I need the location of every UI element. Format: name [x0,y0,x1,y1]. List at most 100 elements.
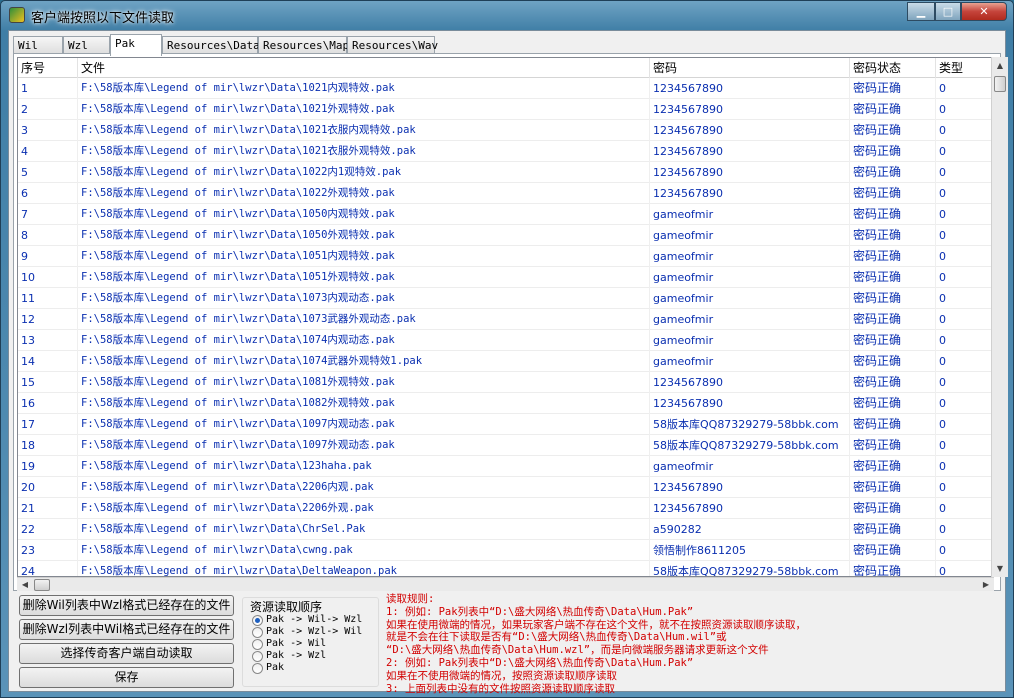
type-cell: 0 [936,309,993,330]
radio-unselected-icon[interactable] [252,651,263,662]
tab-pak[interactable]: Pak [110,34,162,56]
table-row[interactable]: 8 F:\58版本库\Legend of mir\lwzr\Data\1050外观… [18,225,993,246]
table-row[interactable]: 19 F:\58版本库\Legend of mir\lwzr\Data\123ha… [18,456,993,477]
column-header-password-status[interactable]: 密码状态 [850,58,936,78]
table-row[interactable]: 24 F:\58版本库\Legend of mir\lwzr\Data\Delta… [18,561,993,576]
file-cell: F:\58版本库\Legend of mir\lwzr\Data\2206外观.… [78,498,650,519]
table-row[interactable]: 15 F:\58版本库\Legend of mir\lwzr\Data\1081外… [18,372,993,393]
password-status-cell: 密码正确 [850,288,936,309]
table-row[interactable]: 18 F:\58版本库\Legend of mir\lwzr\Data\1097外… [18,435,993,456]
table-row[interactable]: 13 F:\58版本库\Legend of mir\lwzr\Data\1074内… [18,330,993,351]
file-cell: F:\58版本库\Legend of mir\lwzr\Data\1050外观特… [78,225,650,246]
index-cell: 24 [18,561,78,576]
table-row[interactable]: 14 F:\58版本库\Legend of mir\lwzr\Data\1074武… [18,351,993,372]
index-cell: 8 [18,225,78,246]
vertical-scrollbar[interactable]: ▲ ▼ [991,57,1008,577]
table-row[interactable]: 6 F:\58版本库\Legend of mir\lwzr\Data\1022外观… [18,183,993,204]
type-cell: 0 [936,456,993,477]
password-cell: 1234567890 [650,372,850,393]
password-cell: 1234567890 [650,78,850,99]
scroll-right-icon[interactable]: ▶ [978,578,994,592]
file-cell: F:\58版本库\Legend of mir\lwzr\Data\123haha… [78,456,650,477]
table-row[interactable]: 21 F:\58版本库\Legend of mir\lwzr\Data\2206外… [18,498,993,519]
index-cell: 15 [18,372,78,393]
password-status-cell: 密码正确 [850,246,936,267]
password-status-cell: 密码正确 [850,309,936,330]
file-cell: F:\58版本库\Legend of mir\lwzr\Data\1022内1观… [78,162,650,183]
table-row[interactable]: 2 F:\58版本库\Legend of mir\lwzr\Data\1021外观… [18,99,993,120]
radio-unselected-icon[interactable] [252,639,263,650]
table-row[interactable]: 17 F:\58版本库\Legend of mir\lwzr\Data\1097内… [18,414,993,435]
client-area: Wil Wzl Pak Resources\Data Resources\Map… [8,30,1008,695]
read-order-option-label: Pak -> Wzl-> Wil [266,626,363,637]
file-cell: F:\58版本库\Legend of mir\lwzr\Data\2206内观.… [78,477,650,498]
file-cell: F:\58版本库\Legend of mir\lwzr\Data\1021衣服内… [78,120,650,141]
delete-wzl-duplicates-button[interactable]: 删除Wzl列表中Wil格式已经存在的文件 [19,619,234,640]
index-cell: 7 [18,204,78,225]
index-cell: 1 [18,78,78,99]
table-row[interactable]: 4 F:\58版本库\Legend of mir\lwzr\Data\1021衣服… [18,141,993,162]
scroll-down-icon[interactable]: ▼ [992,560,1008,577]
file-cell: F:\58版本库\Legend of mir\lwzr\Data\1097内观动… [78,414,650,435]
read-order-title: 资源读取顺序 [248,598,325,615]
password-cell: 领悟制作8611205 [650,540,850,561]
password-cell: gameofmir [650,267,850,288]
table-row[interactable]: 5 F:\58版本库\Legend of mir\lwzr\Data\1022内1… [18,162,993,183]
index-cell: 22 [18,519,78,540]
type-cell: 0 [936,477,993,498]
radio-unselected-icon[interactable] [252,627,263,638]
title-bar[interactable]: 客户端按照以下文件读取 ▁ □ ✕ [1,1,1013,29]
table-row[interactable]: 22 F:\58版本库\Legend of mir\lwzr\Data\ChrSe… [18,519,993,540]
delete-wil-duplicates-button[interactable]: 删除Wil列表中Wzl格式已经存在的文件 [19,595,234,616]
index-cell: 13 [18,330,78,351]
type-cell: 0 [936,435,993,456]
rule-line: 如果在使用微端的情况，如果玩家客户端不存在这个文件，就不在按照资源读取顺序读取， [386,618,806,631]
password-cell: 1234567890 [650,393,850,414]
radio-selected-icon[interactable] [252,615,263,626]
column-header-file[interactable]: 文件 [78,58,650,78]
password-cell: gameofmir [650,225,850,246]
minimize-button[interactable]: ▁ [907,2,935,21]
save-button[interactable]: 保存 [19,667,234,688]
password-cell: 1234567890 [650,162,850,183]
close-button[interactable]: ✕ [961,2,1007,21]
horizontal-scrollbar[interactable]: ◀ ▶ [17,577,994,591]
file-cell: F:\58版本库\Legend of mir\lwzr\Data\DeltaWe… [78,561,650,576]
choose-client-button[interactable]: 选择传奇客户端自动读取 [19,643,234,664]
file-cell: F:\58版本库\Legend of mir\lwzr\Data\1021外观特… [78,99,650,120]
table-row[interactable]: 1 F:\58版本库\Legend of mir\lwzr\Data\1021内观… [18,78,993,99]
maximize-button[interactable]: □ [935,2,961,21]
scroll-up-icon[interactable]: ▲ [992,57,1008,74]
index-cell: 18 [18,435,78,456]
type-cell: 0 [936,78,993,99]
read-order-option-label: Pak [266,662,285,673]
password-status-cell: 密码正确 [850,183,936,204]
file-cell: F:\58版本库\Legend of mir\lwzr\Data\1074武器外… [78,351,650,372]
table-row[interactable]: 20 F:\58版本库\Legend of mir\lwzr\Data\2206内… [18,477,993,498]
radio-unselected-icon[interactable] [252,663,263,674]
scroll-left-icon[interactable]: ◀ [17,578,33,592]
file-cell: F:\58版本库\Legend of mir\lwzr\Data\1021内观特… [78,78,650,99]
column-header-password[interactable]: 密码 [650,58,850,78]
column-header-index[interactable]: 序号 [18,58,78,78]
file-cell: F:\58版本库\Legend of mir\lwzr\Data\1097外观动… [78,435,650,456]
file-cell: F:\58版本库\Legend of mir\lwzr\Data\1050内观特… [78,204,650,225]
table-row[interactable]: 23 F:\58版本库\Legend of mir\lwzr\Data\cwng.… [18,540,993,561]
horizontal-scroll-thumb[interactable] [34,579,50,591]
file-list[interactable]: 序号 文件 密码 密码状态 类型 1 F:\58版本库\Legend of mir… [17,57,994,577]
password-status-cell: 密码正确 [850,351,936,372]
table-row[interactable]: 16 F:\58版本库\Legend of mir\lwzr\Data\1082外… [18,393,993,414]
table-row[interactable]: 11 F:\58版本库\Legend of mir\lwzr\Data\1073内… [18,288,993,309]
table-row[interactable]: 7 F:\58版本库\Legend of mir\lwzr\Data\1050内观… [18,204,993,225]
vertical-scroll-thumb[interactable] [994,76,1006,92]
table-row[interactable]: 3 F:\58版本库\Legend of mir\lwzr\Data\1021衣服… [18,120,993,141]
table-row[interactable]: 9 F:\58版本库\Legend of mir\lwzr\Data\1051内观… [18,246,993,267]
password-cell: 58版本库QQ87329279-58bbk.com [650,435,850,456]
index-cell: 6 [18,183,78,204]
password-status-cell: 密码正确 [850,162,936,183]
table-row[interactable]: 10 F:\58版本库\Legend of mir\lwzr\Data\1051外… [18,267,993,288]
index-cell: 12 [18,309,78,330]
file-cell: F:\58版本库\Legend of mir\lwzr\Data\cwng.pa… [78,540,650,561]
table-row[interactable]: 12 F:\58版本库\Legend of mir\lwzr\Data\1073武… [18,309,993,330]
column-header-type[interactable]: 类型 [936,58,993,78]
